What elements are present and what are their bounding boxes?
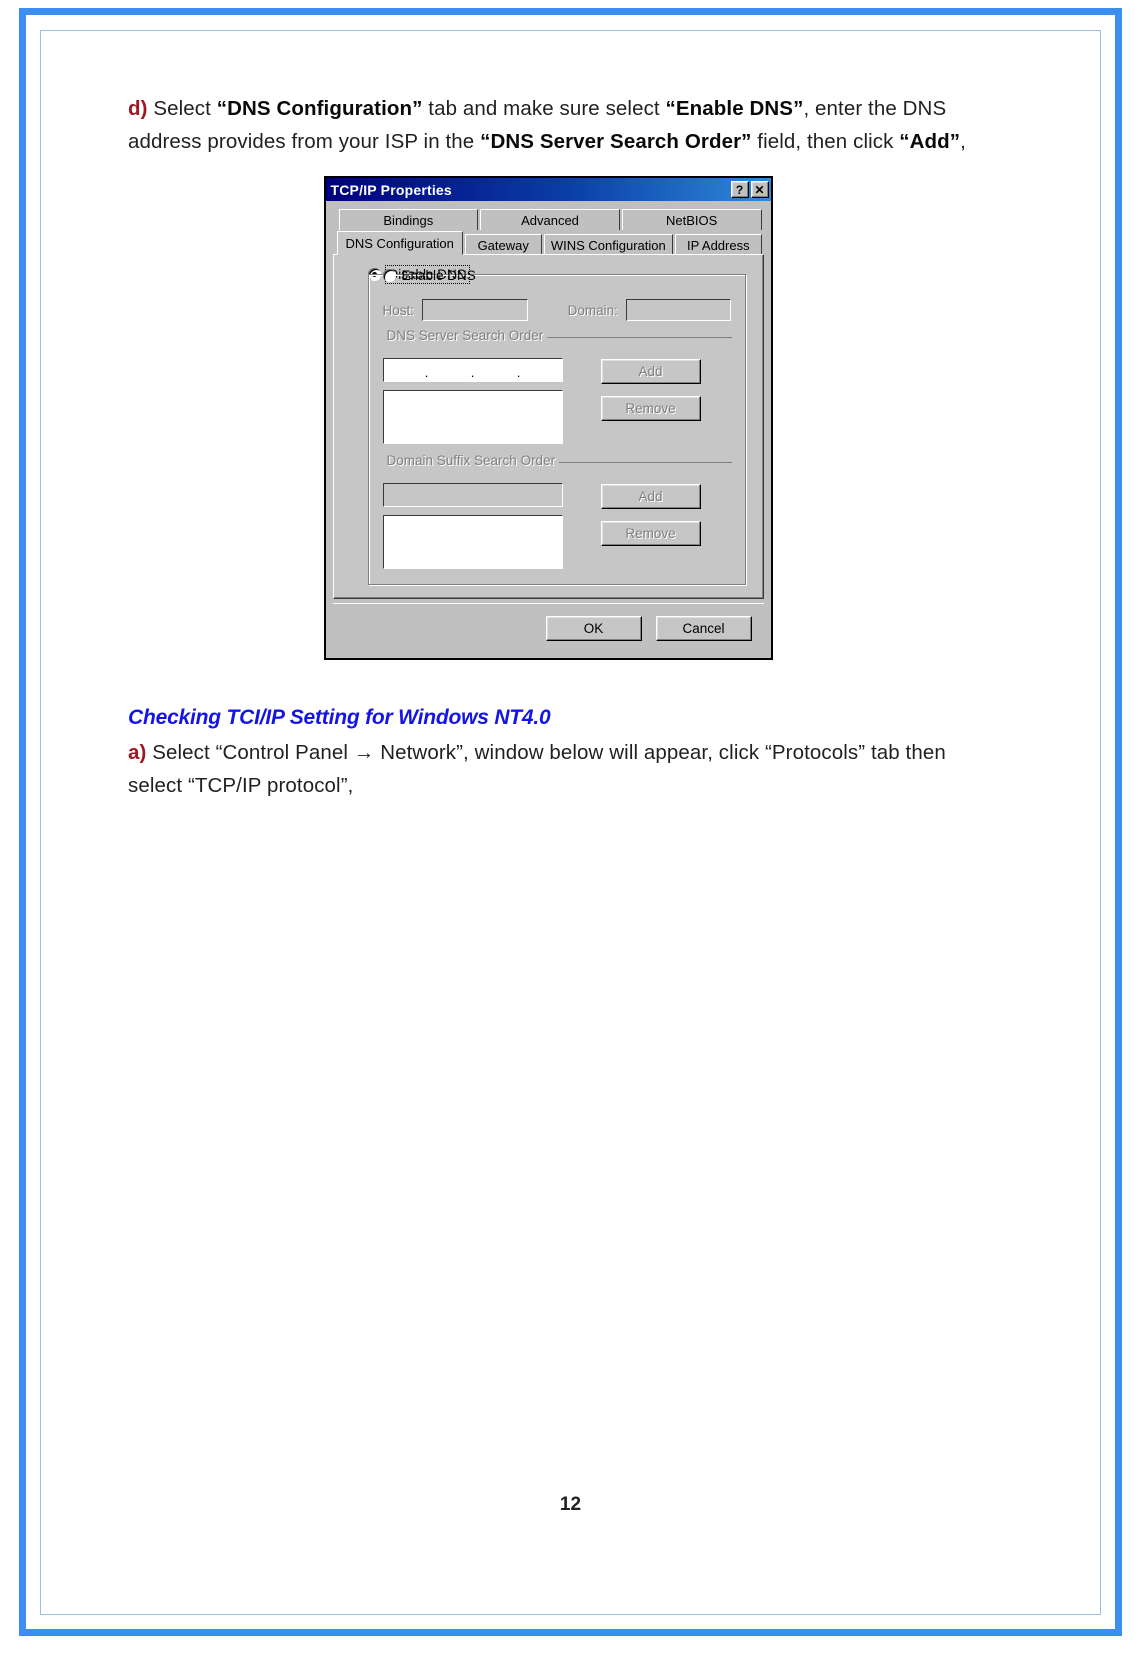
section-heading-nt40: Checking TCI/IP Setting for Windows NT4.…: [128, 706, 551, 729]
tcpip-properties-dialog: TCP/IP Properties ? ✕ Bindings Advanced …: [323, 176, 773, 660]
tab-gateway[interactable]: Gateway: [464, 234, 542, 255]
host-label: Host:: [382, 302, 415, 318]
page-number: 12: [559, 1494, 582, 1515]
step-d-bold-enable-dns: “Enable DNS”: [665, 97, 804, 120]
page-content: d) Select “DNS Configuration” tab and ma…: [128, 92, 968, 802]
domain-input[interactable]: [625, 299, 732, 321]
dns-add-button[interactable]: Add: [600, 359, 701, 384]
tab-advanced[interactable]: Advanced: [480, 209, 620, 230]
radio-enable-dns-icon[interactable]: [382, 268, 396, 282]
host-domain-row: Host: Domain:: [383, 299, 732, 321]
dialog-body: Bindings Advanced NetBIOS DNS Configurat…: [326, 201, 771, 658]
tab-strip-row-1: Bindings Advanced NetBIOS: [333, 207, 764, 230]
tab-dns-configuration-label: DNS Configuration: [345, 235, 454, 251]
help-icon[interactable]: ?: [730, 181, 749, 198]
dns-configuration-panel: Disable DNS Enable DNS Host: Domain: DNS…: [332, 254, 764, 599]
tab-wins-configuration-label: WINS Configuration: [550, 237, 666, 253]
dialog-title: TCP/IP Properties: [330, 181, 452, 198]
radio-enable-dns-label: Enable DNS: [401, 267, 476, 283]
dns-search-row: . . . Add Remove: [382, 358, 732, 444]
dns-server-list[interactable]: [382, 390, 563, 444]
close-icon[interactable]: ✕: [750, 181, 769, 198]
domain-suffix-input[interactable]: [382, 483, 563, 507]
domain-suffix-inputs: [382, 483, 563, 569]
document-page: d) Select “DNS Configuration” tab and ma…: [0, 0, 1141, 1655]
dns-server-ip-input[interactable]: . . .: [382, 358, 563, 382]
step-d-text-4: field, then click: [751, 130, 900, 153]
domain-suffix-add-button[interactable]: Add: [600, 484, 701, 509]
tab-wins-configuration[interactable]: WINS Configuration: [543, 234, 674, 255]
dns-server-search-order-legend: DNS Server Search Order: [382, 328, 548, 343]
tab-ip-address-label: IP Address: [686, 237, 750, 253]
domain-suffix-list[interactable]: [382, 515, 563, 569]
tab-netbios-label: NetBIOS: [666, 212, 718, 228]
tab-bindings[interactable]: Bindings: [338, 209, 479, 230]
dns-ip-octet-4[interactable]: [522, 359, 562, 381]
enable-dns-groupbox: Enable DNS Host: Domain: DNS Server Sear…: [367, 268, 747, 586]
dialog-screenshot-container: TCP/IP Properties ? ✕ Bindings Advanced …: [128, 176, 968, 660]
step-a-paragraph: a) Select “Control Panel → Network”, win…: [128, 736, 968, 802]
enable-dns-radio-row[interactable]: Enable DNS: [382, 266, 476, 284]
step-d-text-5: ,: [960, 130, 966, 153]
step-d-text-1: Select: [147, 97, 217, 120]
tab-netbios[interactable]: NetBIOS: [621, 209, 762, 230]
tab-bindings-label: Bindings: [383, 212, 434, 228]
tab-advanced-label: Advanced: [521, 212, 579, 228]
vertical-spacer: [128, 660, 968, 706]
dns-server-search-order-group: DNS Server Search Order . . . Add Remove: [382, 328, 732, 444]
step-d-bold-add: “Add”: [899, 130, 961, 153]
domain-suffix-buttons: Add Remove: [600, 483, 701, 546]
dialog-footer: OK Cancel: [332, 603, 764, 651]
domain-suffix-row: Add Remove: [382, 483, 732, 569]
step-d-marker: d): [128, 97, 148, 120]
domain-suffix-search-order-legend: Domain Suffix Search Order: [382, 453, 560, 468]
step-a-marker: a): [128, 741, 147, 764]
dns-ip-octet-1[interactable]: [384, 359, 424, 381]
tab-strip-row-2: DNS Configuration Gateway WINS Configura…: [333, 231, 764, 255]
domain-label: Domain:: [567, 302, 618, 318]
enable-dns-legend: Enable DNS: [382, 266, 476, 284]
dns-ip-octet-3[interactable]: [476, 359, 516, 381]
step-d-bold-dns-server-search-order: “DNS Server Search Order”: [480, 130, 752, 153]
step-d-bold-dns-configuration: “DNS Configuration”: [216, 97, 423, 120]
step-d-paragraph: d) Select “DNS Configuration” tab and ma…: [128, 92, 968, 158]
step-a-text: Select “Control Panel → Network”, window…: [128, 741, 946, 797]
domain-suffix-search-order-group: Domain Suffix Search Order Add Remove: [382, 453, 732, 569]
dns-search-buttons: Add Remove: [600, 358, 701, 421]
ok-button[interactable]: OK: [545, 616, 642, 641]
dns-ip-octet-2[interactable]: [430, 359, 470, 381]
dns-remove-button[interactable]: Remove: [600, 396, 701, 421]
cancel-button[interactable]: Cancel: [655, 616, 752, 641]
host-input[interactable]: [422, 299, 528, 321]
dns-search-inputs: . . .: [382, 358, 563, 444]
dialog-titlebar: TCP/IP Properties ? ✕: [325, 178, 771, 201]
tab-gateway-label: Gateway: [477, 237, 529, 253]
domain-suffix-remove-button[interactable]: Remove: [600, 521, 701, 546]
tab-dns-configuration[interactable]: DNS Configuration: [336, 231, 463, 255]
step-d-text-2: tab and make sure select: [422, 97, 666, 120]
tab-ip-address[interactable]: IP Address: [675, 234, 762, 255]
